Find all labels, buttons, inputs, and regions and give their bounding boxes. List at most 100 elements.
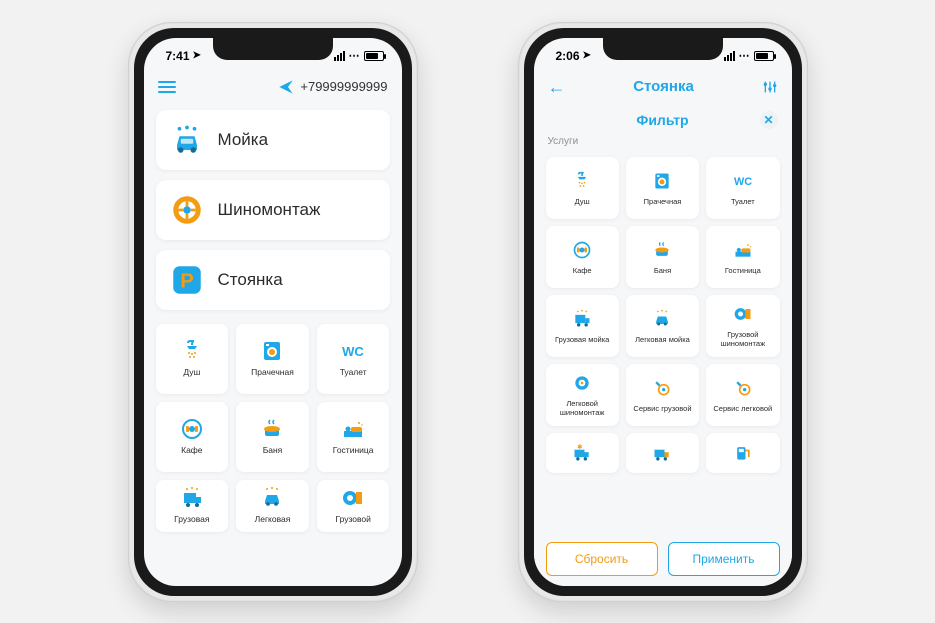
tile-laundry[interactable]: Прачечная — [236, 324, 309, 394]
tile-label: Прачечная — [641, 198, 685, 207]
phone-frame-2: 2:06 ➤ ⋯ ← Стоянка Фильтр ✕ — [518, 22, 808, 602]
car-wash-icon — [170, 123, 204, 157]
tile-truckwash[interactable]: Грузовая мойка — [546, 295, 619, 357]
tire-icon — [170, 193, 204, 227]
tile-trucktire[interactable]: Грузовой — [317, 480, 390, 532]
category-wash[interactable]: Мойка — [156, 110, 390, 170]
tile-label: Туалет — [337, 368, 370, 378]
back-icon[interactable]: ← — [548, 78, 566, 96]
truck-icon — [650, 441, 674, 465]
tile-fuel[interactable] — [706, 433, 779, 473]
tile-label: Грузовая мойка — [552, 336, 612, 345]
category-parking[interactable]: Стоянка — [156, 250, 390, 310]
cafe-icon — [570, 238, 594, 262]
hotel-icon — [731, 238, 755, 262]
category-label: Шиномонтаж — [218, 200, 321, 220]
truck-wash-icon — [180, 486, 204, 510]
tile-shower[interactable]: Душ — [156, 324, 229, 394]
location-icon: ➤ — [583, 50, 591, 61]
cafe-icon — [180, 417, 204, 441]
battery-icon — [754, 51, 774, 61]
tile-label: Сервис легковой — [710, 405, 775, 414]
tile-truck2[interactable] — [626, 433, 699, 473]
category-label: Стоянка — [218, 270, 283, 290]
topbar: +79999999999 — [144, 68, 402, 106]
tile-label: Легковая мойка — [632, 336, 693, 345]
tile-truckcold[interactable] — [546, 433, 619, 473]
page-title: Стоянка — [566, 78, 762, 95]
car-service-icon — [731, 376, 755, 400]
shower-icon — [180, 339, 204, 363]
tile-carwash[interactable]: Легковая мойка — [626, 295, 699, 357]
tile-label: Грузовая — [171, 515, 212, 525]
signal-icon — [334, 51, 345, 61]
truck-tire-icon — [341, 486, 365, 510]
notch — [603, 38, 723, 60]
tile-label: Кафе — [178, 446, 205, 456]
category-tire[interactable]: Шиномонтаж — [156, 180, 390, 240]
truck-wash-icon — [570, 307, 594, 331]
filter-content: Услуги Душ Прачечная Туалет — [534, 134, 792, 534]
tile-label: Душ — [572, 198, 593, 207]
tile-label: Кафе — [570, 267, 595, 276]
tile-hotel[interactable]: Гостиница — [706, 226, 779, 288]
action-bar: Сбросить Применить — [534, 534, 792, 586]
menu-icon[interactable] — [158, 81, 176, 93]
filter-sliders-icon[interactable] — [762, 79, 778, 95]
tile-banya[interactable]: Баня — [236, 402, 309, 472]
tile-cafe[interactable]: Кафе — [546, 226, 619, 288]
tile-truckservice[interactable]: Сервис грузовой — [626, 364, 699, 426]
topbar: ← Стоянка — [534, 68, 792, 106]
tile-wc[interactable]: Туалет — [317, 324, 390, 394]
phone-number[interactable]: +79999999999 — [300, 79, 387, 94]
battery-icon — [364, 51, 384, 61]
tile-carwash[interactable]: Легковая — [236, 480, 309, 532]
section-label: Услуги — [546, 134, 780, 147]
filter-header: Фильтр ✕ — [534, 106, 792, 134]
tile-label: Душ — [180, 368, 203, 378]
wifi-icon: ⋯ — [349, 49, 360, 62]
filter-title: Фильтр — [636, 112, 688, 128]
filter-grid: Душ Прачечная Туалет Кафе — [546, 157, 780, 473]
tile-hotel[interactable]: Гостиница — [317, 402, 390, 472]
apply-label: Применить — [692, 552, 754, 566]
wc-icon — [731, 169, 755, 193]
tile-cartire[interactable]: Легковой шиномонтаж — [546, 364, 619, 426]
tile-trucktire[interactable]: Грузовой шиномонтаж — [706, 295, 779, 357]
banya-icon — [650, 238, 674, 262]
tile-label: Легковая — [252, 515, 294, 525]
tile-label: Сервис грузовой — [630, 405, 694, 414]
tile-label: Баня — [260, 446, 286, 456]
tile-label: Гостиница — [330, 446, 377, 456]
tile-carservice[interactable]: Сервис легковой — [706, 364, 779, 426]
shower-icon — [570, 169, 594, 193]
tile-laundry[interactable]: Прачечная — [626, 157, 699, 219]
car-wash-small-icon — [260, 486, 284, 510]
hotel-icon — [341, 417, 365, 441]
tile-wc[interactable]: Туалет — [706, 157, 779, 219]
fuel-icon — [731, 441, 755, 465]
tile-label: Туалет — [728, 198, 758, 207]
banya-icon — [260, 417, 284, 441]
laundry-icon — [650, 169, 674, 193]
tile-shower[interactable]: Душ — [546, 157, 619, 219]
status-time: 2:06 — [556, 49, 580, 63]
tile-label: Баня — [651, 267, 674, 276]
close-icon[interactable]: ✕ — [760, 111, 778, 129]
category-label: Мойка — [218, 130, 269, 150]
apply-button[interactable]: Применить — [668, 542, 780, 576]
tile-truckwash[interactable]: Грузовая — [156, 480, 229, 532]
tile-banya[interactable]: Баня — [626, 226, 699, 288]
tile-label: Прачечная — [248, 368, 297, 378]
tile-cafe[interactable]: Кафе — [156, 402, 229, 472]
main-content: Мойка Шиномонтаж Стоянка Душ — [144, 106, 402, 586]
reset-button[interactable]: Сбросить — [546, 542, 658, 576]
wifi-icon: ⋯ — [739, 49, 750, 62]
tile-label: Грузовой — [332, 515, 373, 525]
notch — [213, 38, 333, 60]
wc-icon — [341, 339, 365, 363]
parking-icon — [170, 263, 204, 297]
tile-label: Грузовой шиномонтаж — [706, 331, 779, 348]
send-icon[interactable] — [278, 79, 294, 95]
location-icon: ➤ — [193, 50, 201, 61]
